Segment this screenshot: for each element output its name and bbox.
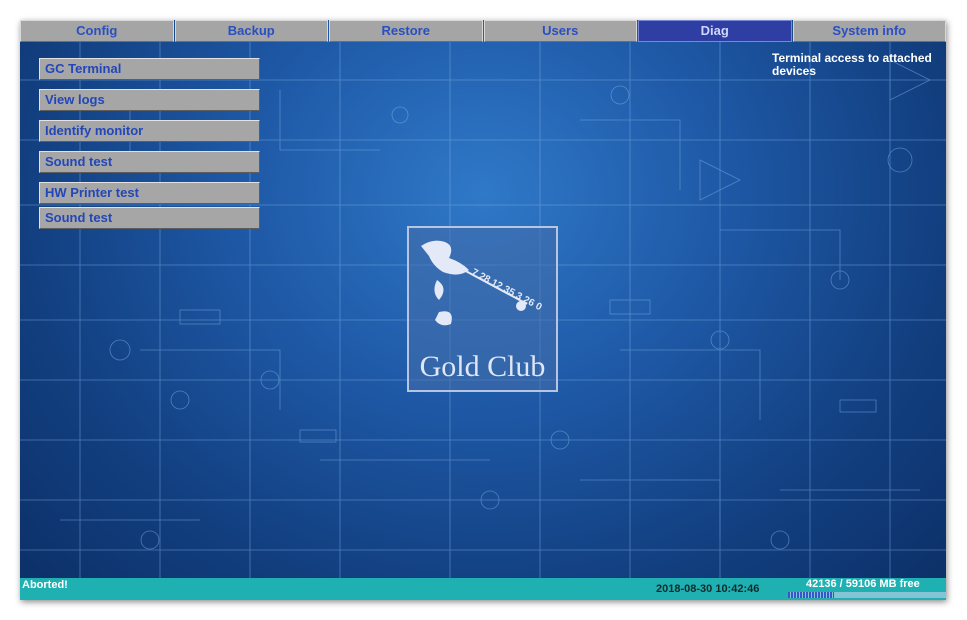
hw-printer-test-button[interactable]: HW Printer test — [39, 182, 260, 204]
disk-usage-fill — [788, 592, 834, 598]
gold-club-logo: 7 28 12 35 3 26 0 Gold Club — [407, 226, 558, 392]
disk-usage-bar — [788, 592, 946, 598]
tab-backup[interactable]: Backup — [174, 20, 328, 42]
main-tab-bar: Config Backup Restore Users Diag System … — [20, 20, 946, 42]
gc-terminal-button[interactable]: GC Terminal — [39, 58, 260, 80]
logo-dial-text: 7 28 12 35 3 26 0 — [470, 267, 544, 313]
status-bar: Aborted! 2018-08-30 10:42:46 42136 / 591… — [20, 578, 946, 600]
disk-free-label: 42136 / 59106 MB free — [806, 578, 920, 590]
tab-system-info[interactable]: System info — [792, 20, 946, 42]
tab-restore[interactable]: Restore — [329, 20, 483, 42]
identify-monitor-button[interactable]: Identify monitor — [39, 120, 260, 142]
sound-test-button-2[interactable]: Sound test — [39, 207, 260, 229]
logo-text: Gold Club — [419, 350, 546, 383]
application-window: Config Backup Restore Users Diag System … — [20, 20, 946, 600]
view-logs-button[interactable]: View logs — [39, 89, 260, 111]
tab-users[interactable]: Users — [483, 20, 637, 42]
sound-test-button[interactable]: Sound test — [39, 151, 260, 173]
tab-config[interactable]: Config — [20, 20, 174, 42]
logo-artwork: 7 28 12 35 3 26 0 — [421, 240, 544, 326]
help-text: Terminal access to attached devices — [772, 51, 932, 78]
status-datetime: 2018-08-30 10:42:46 — [656, 583, 760, 595]
tab-diag[interactable]: Diag — [638, 20, 792, 42]
status-message: Aborted! — [22, 579, 68, 591]
